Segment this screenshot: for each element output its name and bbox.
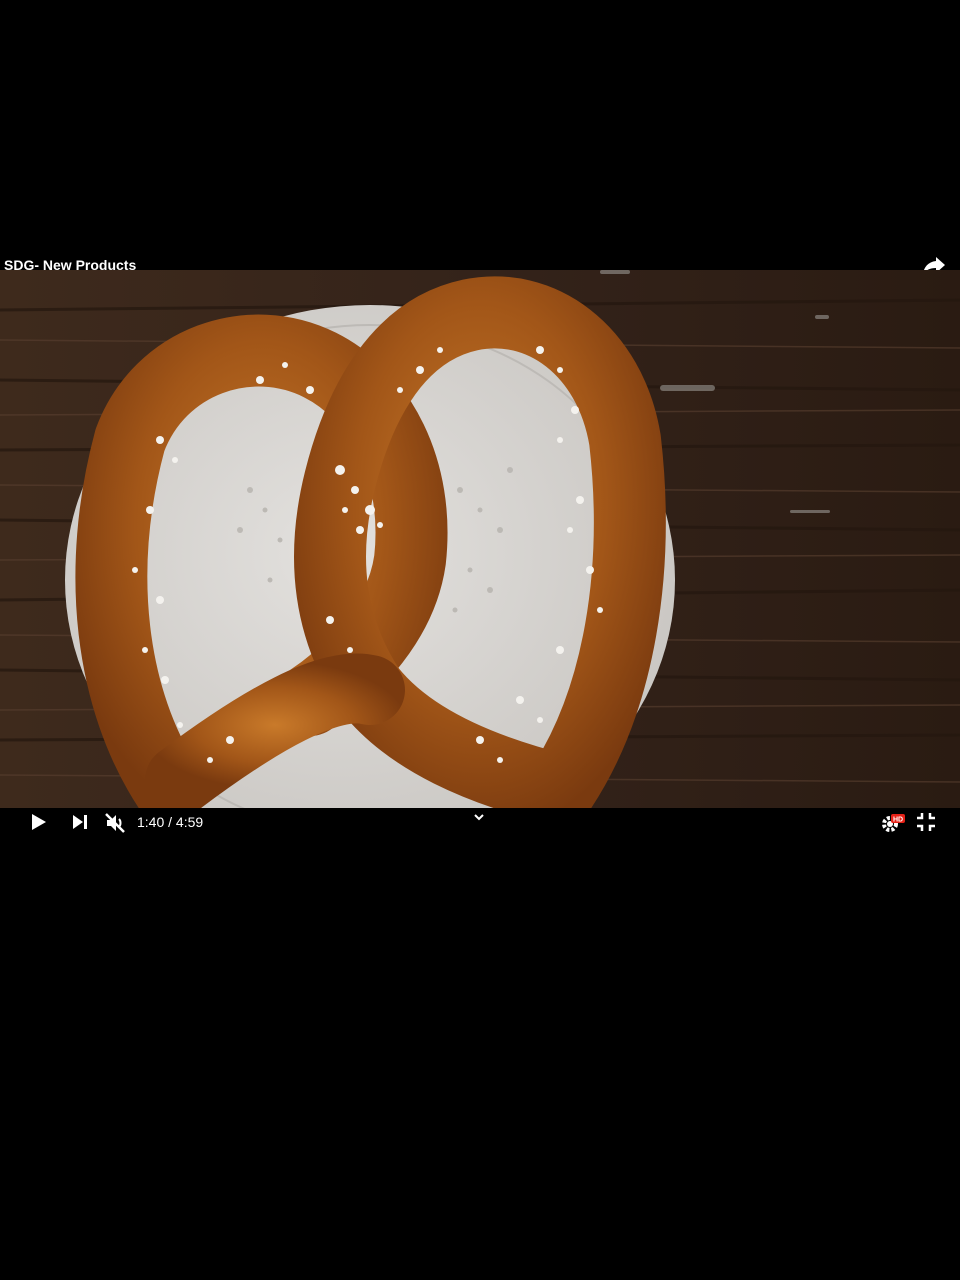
time-display: 1:40 / 4:59 bbox=[137, 814, 204, 830]
hd-badge: HD bbox=[893, 817, 903, 824]
video-thumbnail-pretzel bbox=[0, 270, 960, 808]
volume-muted-icon[interactable] bbox=[104, 812, 126, 839]
player-controls-bar: 1:40 / 4:59 HD bbox=[0, 808, 960, 836]
exit-fullscreen-icon[interactable] bbox=[916, 812, 936, 837]
chevron-down-icon[interactable] bbox=[472, 810, 486, 828]
video-player-page: SDG- New Products 1:40 / 4:59 HD bbox=[0, 0, 960, 1280]
next-icon[interactable] bbox=[71, 812, 89, 837]
play-icon[interactable] bbox=[30, 812, 48, 837]
video-frame[interactable] bbox=[0, 270, 960, 808]
settings-gear-icon[interactable]: HD bbox=[880, 812, 906, 839]
